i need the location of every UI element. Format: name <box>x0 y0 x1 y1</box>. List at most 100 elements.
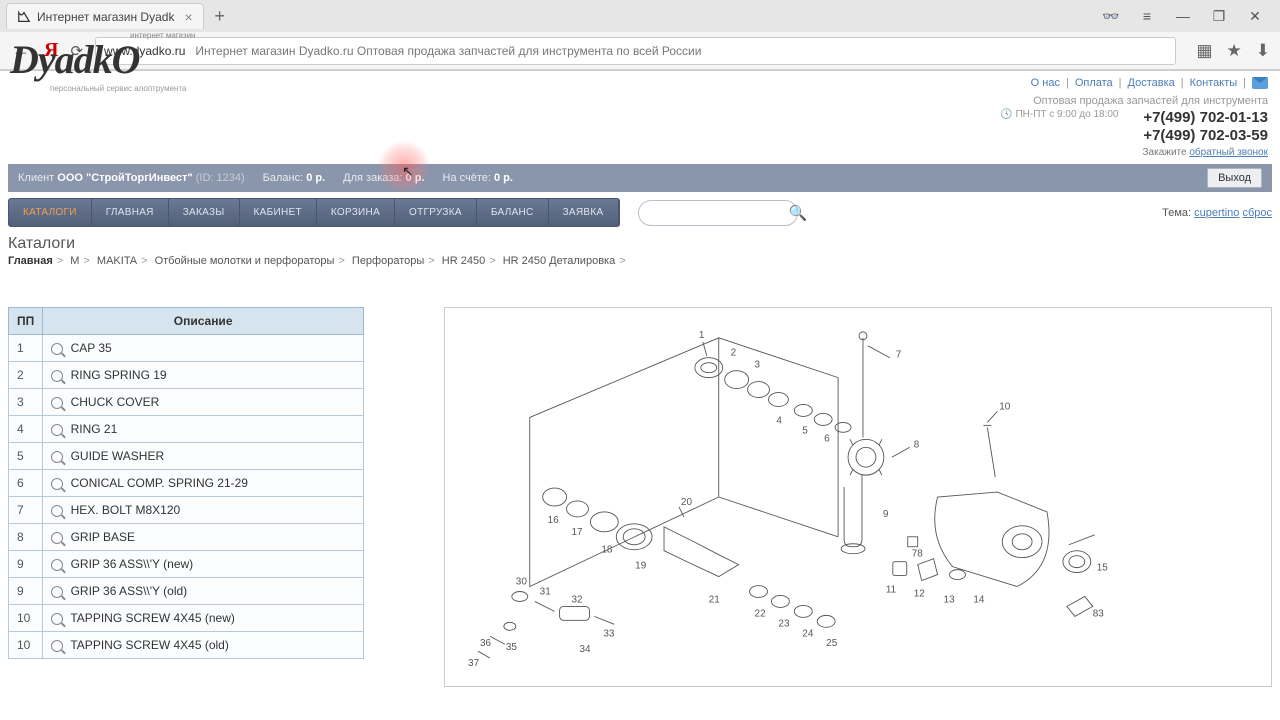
crumb-cat[interactable]: Отбойные молотки и перфораторы <box>155 255 335 267</box>
table-row[interactable]: 9 GRIP 36 ASS\\'Y (new) <box>9 551 364 578</box>
nav-shipment[interactable]: ОТГРУЗКА <box>395 199 477 226</box>
crumb-model[interactable]: HR 2450 <box>442 255 485 267</box>
zoom-icon[interactable] <box>51 370 63 382</box>
part-description: GRIP BASE <box>43 524 364 551</box>
svg-text:35: 35 <box>506 642 518 653</box>
crumb-detail[interactable]: HR 2450 Деталировка <box>503 255 616 267</box>
search-icon[interactable]: 🔍 <box>789 204 808 222</box>
link-contacts[interactable]: Контакты <box>1190 77 1238 89</box>
zoom-icon[interactable] <box>51 478 63 490</box>
svg-text:24: 24 <box>802 628 814 639</box>
nav-catalogs[interactable]: КАТАЛОГИ <box>9 199 92 226</box>
download-icon[interactable]: ⬇ <box>1256 41 1270 61</box>
zoom-icon[interactable] <box>51 559 63 571</box>
maximize-icon[interactable]: ❐ <box>1208 8 1230 25</box>
logo-text: DyadkO <box>10 40 195 80</box>
new-tab-button[interactable]: + <box>208 4 232 28</box>
exploded-diagram[interactable]: 1 2 3 4 5 6 7 8 9 10 11 12 13 14 15 16 1… <box>444 307 1272 687</box>
zoom-icon[interactable] <box>51 613 63 625</box>
zoom-icon[interactable] <box>51 451 63 463</box>
table-row[interactable]: 1 CAP 35 <box>9 335 364 362</box>
zoom-icon[interactable] <box>51 586 63 598</box>
part-number: 8 <box>9 524 43 551</box>
message-icon[interactable] <box>1252 77 1268 89</box>
nav-request[interactable]: ЗАЯВКА <box>549 199 619 226</box>
nav-orders[interactable]: ЗАКАЗЫ <box>169 199 240 226</box>
svg-text:78: 78 <box>912 549 924 560</box>
bookmark-icon[interactable]: ★ <box>1227 41 1242 61</box>
svg-text:18: 18 <box>601 545 613 556</box>
address-bar[interactable]: www.dyadko.ru Интернет магазин Dyadko.ru… <box>95 37 1176 65</box>
table-row[interactable]: 2 RING SPRING 19 <box>9 362 364 389</box>
part-number: 1 <box>9 335 43 362</box>
col-desc: Описание <box>43 308 364 335</box>
theme-name-link[interactable]: cupertino <box>1194 207 1239 219</box>
svg-text:6: 6 <box>824 433 830 444</box>
svg-text:22: 22 <box>755 608 767 619</box>
part-number: 4 <box>9 416 43 443</box>
svg-text:3: 3 <box>755 360 761 371</box>
table-row[interactable]: 10 TAPPING SCREW 4X45 (new) <box>9 605 364 632</box>
link-payment[interactable]: Оплата <box>1075 77 1113 89</box>
menu-icon[interactable]: ≡ <box>1136 8 1158 25</box>
zoom-icon[interactable] <box>51 640 63 652</box>
nav-balance[interactable]: БАЛАНС <box>477 199 549 226</box>
svg-text:8: 8 <box>914 439 920 450</box>
cursor-icon: ↖ <box>402 163 414 180</box>
zoom-icon[interactable] <box>51 424 63 436</box>
table-row[interactable]: 6 CONICAL COMP. SPRING 21-29 <box>9 470 364 497</box>
incognito-icon[interactable]: 👓 <box>1100 8 1122 25</box>
zoom-icon[interactable] <box>51 343 63 355</box>
part-description: GRIP 36 ASS\\'Y (new) <box>43 551 364 578</box>
part-description: RING SPRING 19 <box>43 362 364 389</box>
client-name: ООО "СтройТоргИнвест" <box>57 172 192 184</box>
callback-link[interactable]: обратный звонок <box>1189 147 1268 158</box>
svg-text:36: 36 <box>480 638 492 649</box>
table-row[interactable]: 10 TAPPING SCREW 4X45 (old) <box>9 632 364 659</box>
logo[interactable]: интернет магазин DyadkO персональный сер… <box>8 77 195 93</box>
logo-subtitle-bottom: персональный сервис алоптрумента <box>50 84 195 93</box>
close-icon[interactable]: × <box>184 9 192 25</box>
svg-text:9: 9 <box>883 509 889 520</box>
svg-text:83: 83 <box>1093 608 1105 619</box>
slogan: Оптовая продажа запчастей для инструмент… <box>1000 95 1268 107</box>
part-number: 10 <box>9 632 43 659</box>
search-input[interactable] <box>647 207 789 219</box>
page-action-icon[interactable]: ▦ <box>1196 41 1212 61</box>
zoom-icon[interactable] <box>51 532 63 544</box>
nav-account[interactable]: КАБИНЕТ <box>240 199 317 226</box>
part-description: GRIP 36 ASS\\'Y (old) <box>43 578 364 605</box>
zoom-icon[interactable] <box>51 505 63 517</box>
svg-text:17: 17 <box>572 527 584 538</box>
theme-reset-link[interactable]: сброс <box>1242 207 1272 219</box>
table-row[interactable]: 7 HEX. BOLT M8X120 <box>9 497 364 524</box>
part-number: 9 <box>9 551 43 578</box>
part-number: 2 <box>9 362 43 389</box>
crumb-makita[interactable]: MAKITA <box>97 255 137 267</box>
link-delivery[interactable]: Доставка <box>1128 77 1175 89</box>
svg-text:34: 34 <box>579 644 591 655</box>
browser-tab[interactable]: Интернет магазин Dyadk × <box>6 3 204 29</box>
crumb-subcat[interactable]: Перфораторы <box>352 255 424 267</box>
part-description: CHUCK COVER <box>43 389 364 416</box>
zoom-icon[interactable] <box>51 397 63 409</box>
svg-text:21: 21 <box>709 594 721 605</box>
svg-text:23: 23 <box>778 618 790 629</box>
table-row[interactable]: 3 CHUCK COVER <box>9 389 364 416</box>
nav-home[interactable]: ГЛАВНАЯ <box>92 199 169 226</box>
part-number: 3 <box>9 389 43 416</box>
crumb-home[interactable]: Главная <box>8 255 53 267</box>
logout-button[interactable]: Выход <box>1207 168 1262 188</box>
table-row[interactable]: 5 GUIDE WASHER <box>9 443 364 470</box>
svg-text:37: 37 <box>468 658 480 669</box>
table-row[interactable]: 8 GRIP BASE <box>9 524 364 551</box>
part-description: TAPPING SCREW 4X45 (old) <box>43 632 364 659</box>
close-window-icon[interactable]: ✕ <box>1244 8 1266 25</box>
minimize-icon[interactable]: — <box>1172 8 1194 25</box>
table-row[interactable]: 4 RING 21 <box>9 416 364 443</box>
part-description: HEX. BOLT M8X120 <box>43 497 364 524</box>
table-row[interactable]: 9 GRIP 36 ASS\\'Y (old) <box>9 578 364 605</box>
link-about[interactable]: О нас <box>1031 77 1060 89</box>
search-box[interactable]: 🔍 <box>638 200 798 226</box>
nav-cart[interactable]: КОРЗИНА <box>317 199 395 226</box>
